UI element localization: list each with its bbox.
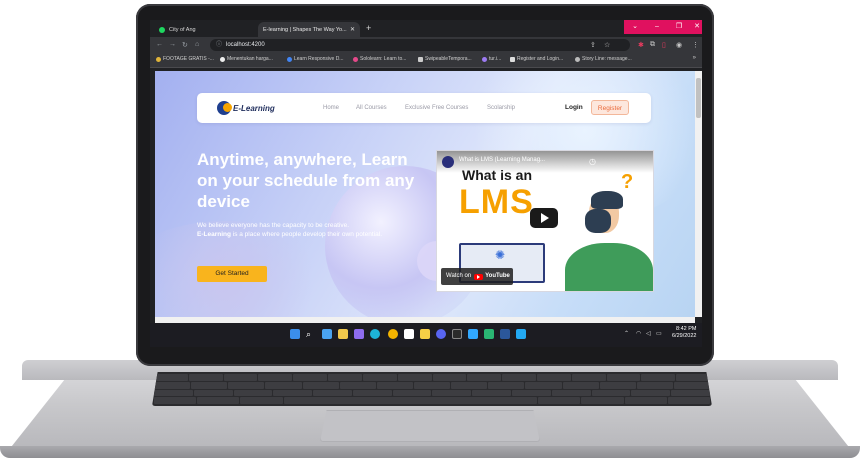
clock-date: 6/29/2022 [672,333,697,339]
address-bar[interactable]: ⓘ localhost:4200 [210,39,630,51]
bookmark-item[interactable]: Register and Login... [510,56,563,62]
sticky-notes-icon[interactable] [420,329,430,339]
volume-icon[interactable]: ◁ [646,330,651,337]
login-link[interactable]: Login [565,104,583,111]
browser-tab-active[interactable]: E-learning | Shapes The Way Yo... ✕ [258,22,360,37]
video-embed[interactable]: What is an LMS ✺ ? What is LMS (Learning… [436,150,654,292]
spotify-icon [159,26,165,33]
touchpad [320,410,540,442]
search-icon[interactable]: ⌕ [306,329,316,339]
hero-description: We believe everyone has the capacity to … [197,221,397,239]
question-mark-icon: ? [621,171,634,193]
forward-icon[interactable]: → [169,41,176,48]
notes-icon[interactable] [484,329,494,339]
video-title[interactable]: What is LMS (Learning Manag... [459,157,545,163]
url-text: localhost:4200 [226,42,265,48]
hero-description-text: We believe everyone has the capacity to … [197,222,349,229]
clock-time: 8:42 PM [675,326,697,332]
browser-toolbar: ← → ↻ ⌂ ⓘ localhost:4200 ⇪ ☆ ✱ ⧉ ▯ ◉ ⋮ [150,37,702,54]
notion-icon[interactable] [404,329,414,339]
profile-avatar[interactable]: ◉ [676,41,682,49]
hero-description-brand: E-Learning [197,231,231,238]
video-overlay-text: LMS [459,183,534,221]
tab-label: City of Ang [169,26,196,33]
extensions-icon[interactable]: ⧉ [650,41,655,49]
close-window-icon[interactable]: ✕ [690,20,702,34]
wifi-icon[interactable]: ◠ [636,330,641,337]
bookmark-item[interactable]: Menentukan harga... [220,56,273,62]
video-person-illustration [591,191,623,209]
register-button[interactable]: Register [591,100,629,115]
nav-link-exclusive-free-courses[interactable]: Exclusive Free Courses [405,105,468,111]
logo-icon [217,101,232,115]
get-started-button[interactable]: Get Started [197,266,267,282]
file-explorer-icon[interactable] [338,329,348,339]
bookmark-item[interactable]: Sololearn: Learn to... [353,56,406,62]
edge-icon[interactable] [370,329,380,339]
extension-icon[interactable]: ✱ [638,41,644,49]
word-icon[interactable] [500,329,510,339]
battery-icon[interactable]: ▭ [656,330,662,337]
video-person-illustration [565,243,653,291]
video-person-illustration [585,209,611,233]
youtube-wordmark: YouTube [485,273,510,279]
scrollbar-thumb[interactable] [696,78,701,118]
site-logo[interactable]: E-Learning [217,101,275,115]
minimize-icon[interactable]: – [646,20,668,34]
sidepanel-icon[interactable]: ▯ [662,41,666,49]
new-tab-button[interactable]: + [366,23,371,33]
chevron-up-icon[interactable]: ⌃ [624,330,629,337]
close-tab-icon[interactable]: ✕ [350,26,355,33]
star-icon[interactable]: ☆ [604,41,610,49]
chrome-icon[interactable] [388,329,398,339]
laptop-screen: City of Ang E-learning | Shapes The Way … [150,20,702,347]
chevron-down-icon[interactable]: ⌄ [624,20,646,34]
hero-description-text: is a place where people develop their ow… [230,231,382,238]
nav-link-home[interactable]: Home [323,105,339,111]
tab-label: E-learning | Shapes The Way Yo... [263,26,347,33]
home-icon[interactable]: ⌂ [195,41,199,48]
nav-link-scolarship[interactable]: Scolarship [487,105,515,111]
discord-icon[interactable] [436,329,446,339]
browser-tab-strip: City of Ang E-learning | Shapes The Way … [150,20,702,37]
watch-on-youtube-button[interactable]: Watch on YouTube [441,268,513,285]
bookmark-item[interactable]: Learn Responsive D... [287,56,343,62]
watch-later-icon[interactable]: ◷ [589,157,596,166]
bookmark-item[interactable]: Story Line: message... [575,56,632,62]
bookmark-item[interactable]: tur.i... [482,56,501,62]
loading-icon: ✺ [495,248,506,262]
laptop-base-lip [0,446,860,458]
page-viewport: E-Learning Home All Courses Exclusive Fr… [155,71,695,317]
hero-title: Anytime, anywhere, Learn on your schedul… [197,150,415,211]
mail-icon[interactable] [322,329,332,339]
bookmark-item[interactable]: SwipeableTempora... [418,56,472,62]
app-icon[interactable] [354,329,364,339]
site-navbar: E-Learning Home All Courses Exclusive Fr… [197,93,651,123]
reload-icon[interactable]: ↻ [182,41,188,49]
bookmarks-bar: FOOTAGE GRATIS -... Menentukan harga... … [150,54,702,68]
terminal-icon[interactable] [452,329,462,339]
system-clock[interactable]: 8:42 PM 6/29/2022 [672,326,696,340]
back-icon[interactable]: ← [156,41,163,48]
vscode-icon[interactable] [516,329,526,339]
logo-text: E-Learning [233,103,275,113]
photoshop-icon[interactable] [468,329,478,339]
channel-avatar[interactable] [442,156,454,168]
menu-icon[interactable]: ⋮ [692,41,699,49]
share-icon[interactable]: ⇪ [590,41,596,49]
keyboard [152,372,712,406]
bookmark-item[interactable]: FOOTAGE GRATIS -... [156,56,214,62]
browser-tab[interactable]: City of Ang [154,22,258,37]
watch-on-label: Watch on [446,273,472,279]
bookmarks-overflow-icon[interactable]: » [693,55,696,61]
play-button[interactable] [530,208,558,228]
windows-taskbar: ⌕ ⌃ ◠ ◁ ▭ 8:42 PM 6/29/2022 [150,323,702,347]
nav-link-all-courses[interactable]: All Courses [356,105,387,111]
maximize-icon[interactable]: ❐ [668,20,690,34]
info-icon: ⓘ [216,42,223,48]
youtube-icon [474,273,484,280]
start-icon[interactable] [290,329,300,339]
